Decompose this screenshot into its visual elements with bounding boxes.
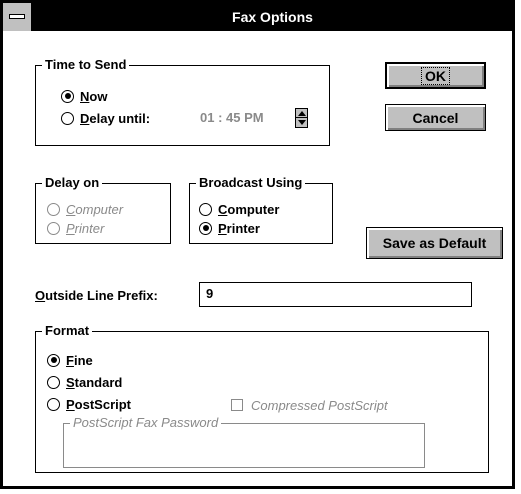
save-as-default-label: Save as Default — [382, 235, 487, 251]
format-postscript-radio[interactable]: PostScript — [47, 395, 131, 413]
save-as-default-button[interactable]: Save as Default — [366, 227, 503, 259]
format-standard-indicator[interactable] — [47, 375, 60, 389]
format-label: Format — [42, 323, 93, 339]
broadcast-using-label: Broadcast Using — [196, 175, 306, 191]
outside-line-prefix-label: Outside Line Prefix: — [35, 287, 158, 303]
cancel-button-label: Cancel — [412, 109, 459, 126]
broadcast-printer-label: Printer — [218, 220, 260, 236]
delay-on-computer-radio: Computer — [47, 200, 123, 218]
delay-time-value[interactable]: 01 : 45 PM — [200, 110, 264, 125]
format-fine-radio[interactable]: Fine — [47, 351, 93, 369]
format-fine-indicator[interactable] — [47, 353, 60, 367]
title-bar[interactable]: Fax Options — [3, 3, 512, 31]
postscript-password-input — [69, 437, 419, 463]
ok-button[interactable]: OK — [385, 62, 486, 89]
time-spinner[interactable] — [295, 108, 308, 128]
delay-on-printer-radio: Printer — [47, 219, 104, 237]
format-postscript-indicator[interactable] — [47, 397, 60, 411]
broadcast-computer-radio[interactable]: Computer — [199, 200, 279, 218]
delay-on-computer-indicator — [47, 202, 60, 216]
delay-on-printer-indicator — [47, 221, 60, 235]
outside-line-prefix-input[interactable]: 9 — [199, 282, 472, 307]
radio-now[interactable]: Now — [61, 87, 107, 105]
system-menu-button[interactable] — [3, 3, 33, 31]
fax-options-dialog: Fax Options Time to Send Now Delay until… — [0, 0, 515, 489]
ok-button-label: OK — [421, 66, 450, 85]
format-fine-label: Fine — [66, 352, 93, 368]
format-postscript-label: PostScript — [66, 396, 132, 412]
system-menu-icon — [9, 14, 25, 19]
format-standard-radio[interactable]: Standard — [47, 373, 122, 391]
radio-delay-until-indicator[interactable] — [61, 111, 74, 125]
broadcast-printer-radio[interactable]: Printer — [199, 219, 260, 237]
delay-on-printer-label: Printer — [66, 220, 105, 236]
delay-on-label: Delay on — [42, 175, 103, 191]
radio-delay-until[interactable]: Delay until: — [61, 109, 150, 127]
compressed-postscript-checkbox: Compressed PostScript — [231, 396, 388, 414]
compressed-postscript-label: Compressed PostScript — [251, 397, 388, 413]
radio-now-label: Now — [80, 88, 108, 104]
spinner-divider — [296, 117, 307, 118]
time-to-send-group: Time to Send — [35, 57, 330, 146]
radio-now-indicator[interactable] — [61, 89, 74, 103]
radio-delay-until-label: Delay until: — [80, 110, 151, 126]
time-to-send-label: Time to Send — [42, 57, 130, 73]
delay-on-computer-label: Computer — [66, 201, 124, 217]
postscript-password-label: PostScript Fax Password — [70, 415, 222, 431]
broadcast-printer-indicator[interactable] — [199, 221, 212, 235]
cancel-button[interactable]: Cancel — [385, 104, 486, 131]
dialog-title: Fax Options — [232, 9, 313, 25]
compressed-postscript-box — [231, 399, 243, 411]
format-standard-label: Standard — [66, 374, 123, 390]
broadcast-computer-indicator[interactable] — [199, 202, 212, 216]
broadcast-computer-label: Computer — [218, 201, 280, 217]
